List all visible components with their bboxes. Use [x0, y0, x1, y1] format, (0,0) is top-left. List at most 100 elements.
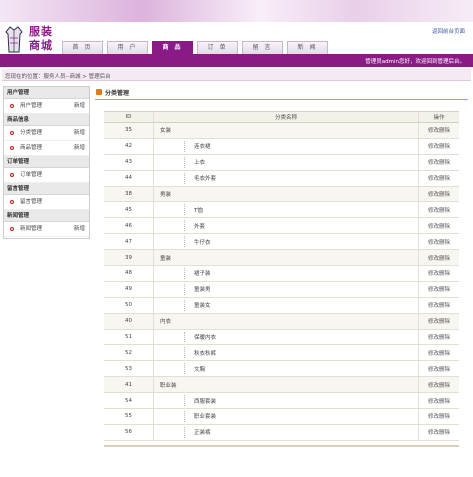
sidebar-add-link[interactable]: 新增 [74, 126, 85, 141]
category-name: T恤 [194, 207, 203, 214]
delete-link[interactable]: 删除 [439, 365, 450, 373]
edit-link[interactable]: 修改 [428, 142, 439, 150]
edit-link[interactable]: 修改 [428, 254, 439, 262]
table-row: 48 裙子装 修改 删除 [104, 266, 459, 282]
table-row: 44 毛衣外套 修改 删除 [104, 170, 459, 187]
delete-link[interactable]: 删除 [439, 190, 450, 198]
category-name: 男装 [160, 192, 172, 198]
edit-link[interactable]: 修改 [428, 222, 439, 230]
sidebar-item: 新闻管理 新增 [4, 222, 89, 237]
edit-link[interactable]: 修改 [428, 158, 439, 166]
column-header-ops: 操作 [433, 115, 445, 121]
cell-id: 38 [104, 186, 154, 202]
delete-link[interactable]: 删除 [439, 412, 450, 420]
edit-link[interactable]: 修改 [428, 349, 439, 357]
logo-text-line1: 服装 [29, 25, 53, 38]
category-name: 职业套装 [194, 414, 217, 421]
top-banner [0, 0, 473, 22]
table-row: 56 正装裤 修改 删除 [104, 424, 459, 441]
edit-link[interactable]: 修改 [428, 381, 439, 389]
edit-link[interactable]: 修改 [428, 317, 439, 325]
edit-link[interactable]: 修改 [428, 126, 439, 134]
delete-link[interactable]: 删除 [439, 206, 450, 214]
edit-link[interactable]: 修改 [428, 206, 439, 214]
edit-link[interactable]: 修改 [428, 238, 439, 246]
category-name: 女装 [160, 128, 172, 135]
user-bar: 管理员admin您好，欢迎回到管理后台。 [0, 54, 473, 67]
tree-guide-line [184, 268, 185, 279]
edit-link[interactable]: 修改 [428, 397, 439, 405]
delete-link[interactable]: 删除 [439, 285, 450, 293]
sidebar-add-link[interactable]: 新增 [74, 222, 85, 237]
cell-ops: 修改 删除 [419, 171, 459, 186]
delete-link[interactable]: 删除 [439, 126, 450, 134]
delete-link[interactable]: 删除 [439, 222, 450, 230]
delete-link[interactable]: 删除 [439, 397, 450, 405]
tree-guide-line [184, 220, 185, 232]
category-name: 童装 [160, 255, 172, 262]
back-to-frontend-link[interactable]: 返回前台页面 [432, 27, 465, 35]
tree-guide-line [184, 172, 185, 184]
cell-ops: 修改 删除 [419, 282, 459, 297]
cell-ops: 修改 删除 [419, 377, 459, 392]
tree-guide-line [184, 395, 185, 407]
sidebar-item-link[interactable]: 新闻管理 [20, 222, 42, 237]
cell-name: 裙子装 [154, 266, 419, 281]
sidebar-add-link[interactable]: 新增 [74, 141, 85, 156]
delete-link[interactable]: 删除 [439, 333, 450, 341]
delete-link[interactable]: 删除 [439, 301, 450, 309]
nav-tab-3[interactable]: 订 单 [197, 41, 238, 54]
delete-link[interactable]: 删除 [439, 158, 450, 166]
edit-link[interactable]: 修改 [428, 174, 439, 182]
delete-link[interactable]: 删除 [439, 174, 450, 182]
edit-link[interactable]: 修改 [428, 333, 439, 341]
bullet-icon [10, 104, 14, 108]
cell-id: 55 [104, 409, 154, 424]
delete-link[interactable]: 删除 [439, 142, 450, 150]
delete-link[interactable]: 删除 [439, 381, 450, 389]
category-name: 职业装 [160, 382, 177, 389]
cell-name: 外套 [154, 218, 419, 234]
breadcrumb-site-link[interactable]: 服务人员--商城 [44, 74, 81, 80]
category-name: 正装裤 [194, 430, 211, 437]
delete-link[interactable]: 删除 [439, 349, 450, 357]
sidebar-item-link[interactable]: 订单管理 [20, 168, 42, 183]
delete-link[interactable]: 删除 [439, 269, 450, 277]
table-row: 55 职业套装 修改 删除 [104, 409, 459, 425]
cell-name: 连衣裙 [154, 138, 419, 154]
delete-link[interactable]: 删除 [439, 254, 450, 262]
nav-tab-0[interactable]: 首 页 [62, 41, 103, 54]
cell-name: 女装 [154, 123, 419, 138]
nav-tab-1[interactable]: 用 户 [107, 41, 148, 54]
table-row: 51 保暖内衣 修改 删除 [104, 329, 459, 346]
cell-name: 正装裤 [154, 424, 419, 440]
edit-link[interactable]: 修改 [428, 412, 439, 420]
cell-ops: 修改 删除 [419, 330, 459, 345]
edit-link[interactable]: 修改 [428, 365, 439, 373]
nav-tab-4[interactable]: 留 言 [242, 41, 283, 54]
edit-link[interactable]: 修改 [428, 269, 439, 277]
cell-name: 保暖内衣 [154, 329, 419, 345]
cell-ops: 修改 删除 [419, 361, 459, 376]
tree-guide-line [184, 156, 185, 168]
table-row: 43 上衣 修改 删除 [104, 154, 459, 171]
edit-link[interactable]: 修改 [428, 190, 439, 198]
sidebar-item: 留言管理 [4, 195, 89, 210]
sidebar-item-link[interactable]: 留言管理 [20, 195, 42, 210]
sidebar-item-link[interactable]: 商品管理 [20, 141, 42, 156]
sidebar-item: 分类管理 新增 [4, 126, 89, 141]
nav-tab-2[interactable]: 商 品 [152, 41, 193, 54]
edit-link[interactable]: 修改 [428, 428, 439, 436]
delete-link[interactable]: 删除 [439, 317, 450, 325]
cell-name: 秋衣秋裤 [154, 345, 419, 361]
sidebar-item-link[interactable]: 分类管理 [20, 126, 42, 141]
nav-tab-5[interactable]: 新 闻 [287, 41, 328, 54]
delete-link[interactable]: 删除 [439, 428, 450, 436]
sidebar-add-link[interactable]: 新增 [74, 99, 85, 114]
table-row: 50 童装女 修改 删除 [104, 297, 459, 314]
section-header: 分类管理 [95, 86, 468, 100]
edit-link[interactable]: 修改 [428, 285, 439, 293]
sidebar-item-link[interactable]: 用户管理 [20, 99, 42, 114]
edit-link[interactable]: 修改 [428, 301, 439, 309]
delete-link[interactable]: 删除 [439, 238, 450, 246]
